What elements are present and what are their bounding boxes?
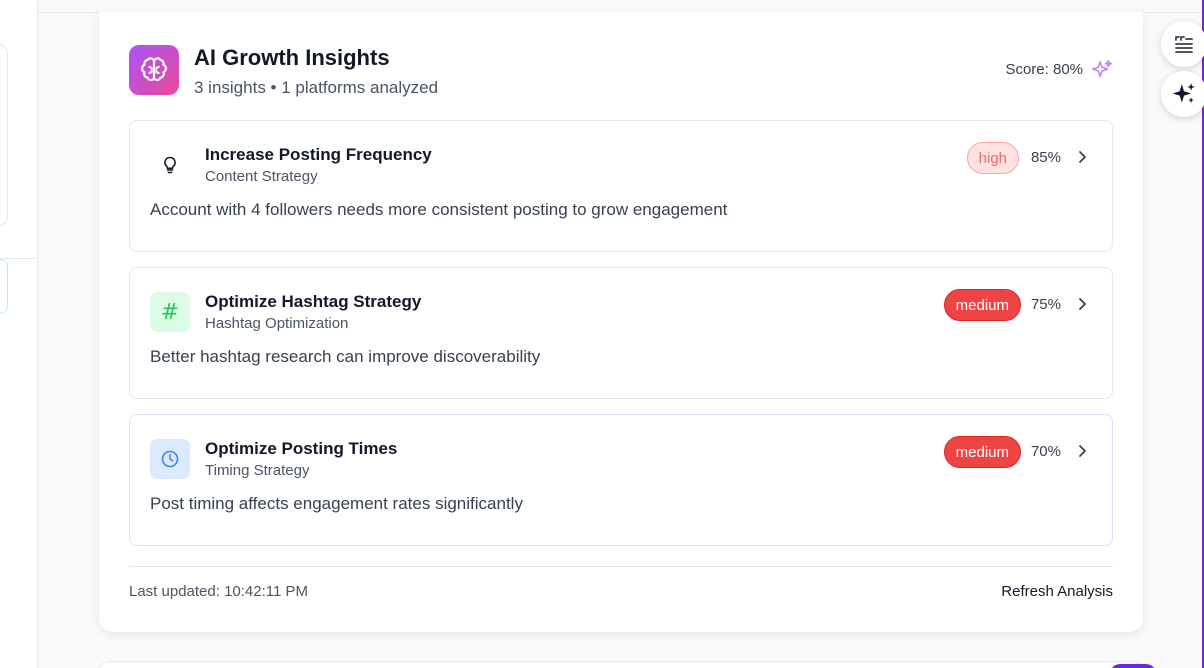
confidence-value: 70% (1030, 443, 1061, 460)
insight-card-posting-frequency[interactable]: Increase Posting Frequency Content Strat… (129, 120, 1113, 252)
brain-icon (129, 45, 179, 95)
insight-title: Optimize Posting Times (205, 439, 398, 458)
insight-description: Better hashtag research can improve disc… (150, 347, 541, 366)
insight-category: Content Strategy (205, 168, 318, 185)
priority-badge: medium (943, 289, 1021, 321)
sparkles-icon (1172, 83, 1195, 104)
floating-action-partial[interactable] (1110, 664, 1156, 668)
insight-description: Account with 4 followers needs more cons… (150, 200, 728, 219)
priority-badge: high (966, 142, 1019, 174)
insight-category: Timing Strategy (205, 462, 310, 479)
footer-divider (129, 566, 1113, 567)
sidebar-divider (0, 258, 38, 259)
hashtag-icon: # (150, 292, 190, 332)
insight-description: Post timing affects engagement rates sig… (150, 494, 523, 513)
clock-icon (150, 439, 190, 479)
sidebar-card-secondary[interactable] (0, 259, 8, 314)
insight-card-posting-times[interactable]: Optimize Posting Times Timing Strategy P… (129, 414, 1113, 546)
page-title: AI Growth Insights (194, 45, 390, 70)
next-card (99, 661, 1143, 668)
refresh-analysis-button[interactable]: Refresh Analysis (1001, 583, 1113, 600)
insight-category: Hashtag Optimization (205, 315, 349, 332)
insight-card-hashtag-strategy[interactable]: # Optimize Hashtag Strategy Hashtag Opti… (129, 267, 1113, 399)
last-updated: Last updated: 10:42:11 PM (129, 583, 309, 600)
priority-badge: medium (943, 436, 1021, 468)
insight-title: Optimize Hashtag Strategy (205, 292, 422, 311)
sidebar-card[interactable] (0, 44, 8, 226)
quote-list-button[interactable] (1161, 21, 1204, 67)
insights-card: AI Growth Insights 3 insights • 1 platfo… (99, 12, 1143, 632)
chevron-right-icon[interactable] (1074, 443, 1090, 459)
left-sidebar (0, 0, 38, 668)
sparkle-icon (1092, 60, 1112, 78)
insights-summary: 3 insights • 1 platforms analyzed (194, 78, 439, 97)
confidence-value: 85% (1030, 149, 1061, 166)
insight-title: Increase Posting Frequency (205, 145, 432, 164)
confidence-value: 75% (1030, 296, 1061, 313)
lightbulb-icon (150, 145, 190, 185)
ai-assistant-button[interactable] (1161, 71, 1204, 117)
score-label: Score: 80% (1005, 61, 1083, 78)
chevron-right-icon[interactable] (1074, 149, 1090, 165)
chevron-right-icon[interactable] (1074, 296, 1090, 312)
quote-list-icon (1175, 36, 1193, 53)
